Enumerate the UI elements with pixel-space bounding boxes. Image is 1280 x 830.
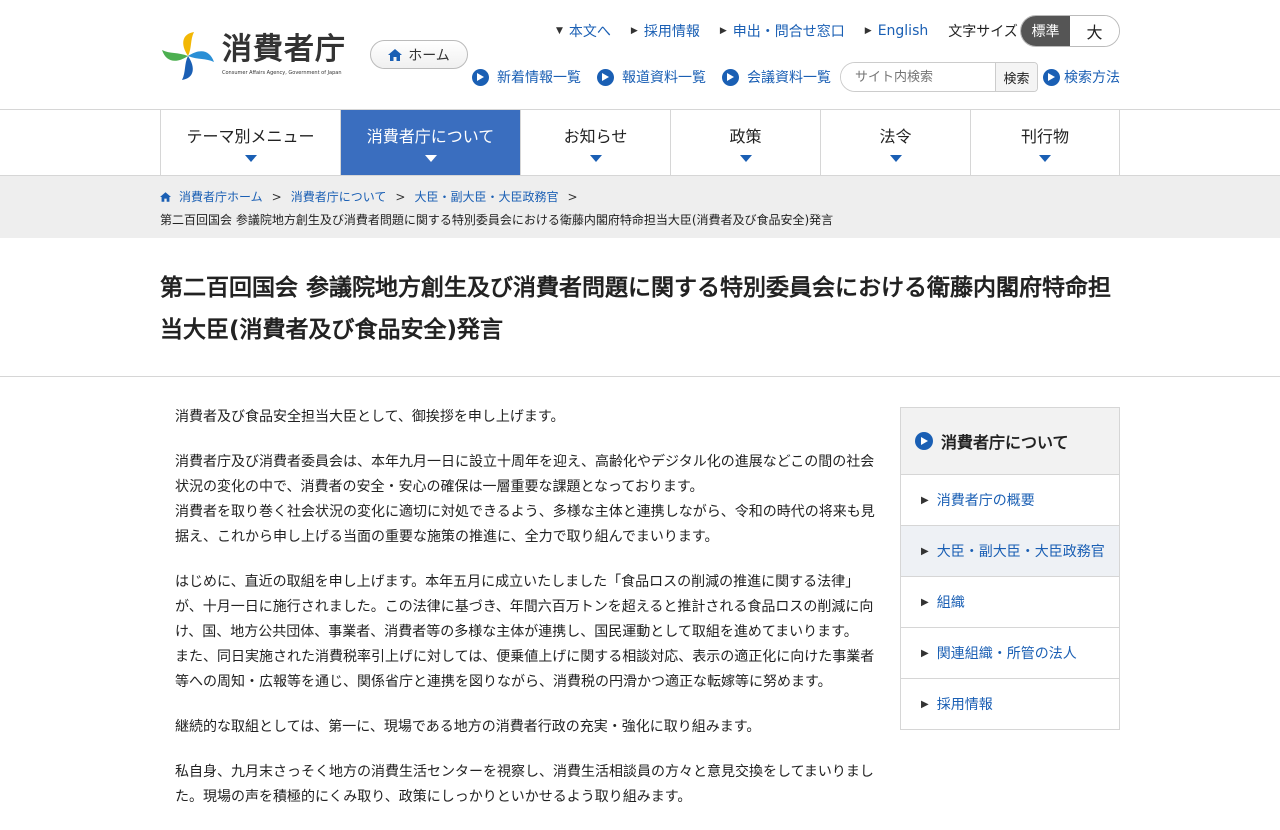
site-search: 検索	[840, 62, 1038, 92]
sidebar-item-recruit[interactable]: ▶ 採用情報	[901, 679, 1119, 729]
nav-publications[interactable]: 刊行物	[971, 110, 1120, 175]
triangle-down-icon	[244, 155, 257, 162]
font-size-label: 文字サイズ	[948, 24, 1018, 40]
page-title: 第二百回国会 参議院地方創生及び消費者問題に関する特別委員会における衛藤内閣府特…	[160, 275, 1112, 343]
news-list-link[interactable]: 新着情報一覧	[472, 67, 581, 87]
recruit-link[interactable]: ▶ 採用情報	[631, 21, 700, 41]
font-size-standard-button[interactable]: 標準	[1021, 16, 1070, 46]
sidebar-heading: 消費者庁について	[901, 408, 1119, 475]
breadcrumb-home-link[interactable]: 消費者庁ホーム	[179, 188, 263, 205]
logo-text: 消費者庁	[222, 32, 346, 67]
home-icon	[388, 48, 403, 61]
triangle-down-icon	[424, 155, 437, 162]
triangle-right-icon: ▶	[921, 698, 929, 710]
sidebar-nav: 消費者庁について ▶ 消費者庁の概要 ▶ 大臣・副大臣・大臣政務官 ▶ 組織 ▶ 関連組…	[900, 407, 1120, 730]
triangle-right-icon: ▶	[864, 26, 872, 36]
site-logo[interactable]: 消費者庁 Consumer Affairs Agency, Government…	[160, 28, 360, 84]
font-size-toggle: 標準 大	[1020, 15, 1120, 47]
skip-to-content-link[interactable]: ▼ 本文へ	[556, 21, 611, 41]
breadcrumb-ministers-link[interactable]: 大臣・副大臣・大臣政務官	[414, 188, 558, 205]
home-icon	[160, 191, 171, 202]
circle-arrow-icon	[722, 68, 739, 86]
triangle-down-icon	[739, 155, 752, 162]
logo-subtitle: Consumer Affairs Agency, Government of J…	[222, 70, 342, 76]
site-header: 消費者庁 Consumer Affairs Agency, Government…	[0, 0, 1280, 110]
triangle-right-icon: ▶	[921, 647, 929, 659]
breadcrumb: 消費者庁ホーム > 消費者庁について > 大臣・副大臣・大臣政務官 > 第二百回…	[0, 176, 1280, 238]
triangle-down-icon	[589, 155, 602, 162]
search-button[interactable]: 検索	[995, 63, 1037, 91]
triangle-down-icon	[889, 155, 902, 162]
nav-notices[interactable]: お知らせ	[521, 110, 671, 175]
logo-pinwheel-icon	[162, 32, 214, 80]
home-button[interactable]: ホーム	[370, 40, 468, 69]
utility-nav: ▼ 本文へ ▶ 採用情報 ▶ 申出・問合せ窓口 ▶ English 文字サイズ	[556, 20, 1028, 42]
press-release-list-link[interactable]: 報道資料一覧	[597, 67, 706, 87]
breadcrumb-about-link[interactable]: 消費者庁について	[291, 188, 387, 205]
meeting-docs-list-link[interactable]: 会議資料一覧	[722, 67, 831, 87]
breadcrumb-separator: >	[567, 189, 578, 204]
triangle-right-icon: ▶	[719, 26, 727, 36]
circle-arrow-icon	[597, 68, 614, 86]
sidebar-item-ministers[interactable]: ▶ 大臣・副大臣・大臣政務官	[901, 526, 1119, 577]
main-content: 消費者及び食品安全担当大臣として、御挨拶を申し上げます。 消費者庁及び消費者委員…	[175, 405, 877, 830]
speech-paragraph: 消費者庁及び消費者委員会は、本年九月一日に設立十周年を迎え、高齢化やデジタル化の…	[175, 454, 875, 545]
nav-theme-menu[interactable]: テーマ別メニュー	[161, 110, 341, 175]
triangle-right-icon: ▶	[921, 596, 929, 608]
speech-paragraph: はじめに、直近の取組を申し上げます。本年五月に成立いたしました「食品ロスの削減の…	[175, 574, 875, 690]
title-area: 第二百回国会 参議院地方創生及び消費者問題に関する特別委員会における衛藤内閣府特…	[0, 239, 1280, 377]
circle-arrow-icon	[1043, 68, 1060, 86]
nav-about-caa[interactable]: 消費者庁について	[341, 110, 521, 175]
quick-nav: 新着情報一覧 報道資料一覧 会議資料一覧	[472, 67, 847, 87]
sidebar-item-overview[interactable]: ▶ 消費者庁の概要	[901, 475, 1119, 526]
home-button-label: ホーム	[408, 47, 450, 64]
english-link[interactable]: ▶ English	[865, 23, 928, 39]
sidebar-item-related-orgs[interactable]: ▶ 関連組織・所管の法人	[901, 628, 1119, 679]
contact-link[interactable]: ▶ 申出・問合せ窓口	[720, 21, 845, 41]
sidebar-item-organization[interactable]: ▶ 組織	[901, 577, 1119, 628]
triangle-down-icon	[1039, 155, 1051, 162]
triangle-right-icon: ▶	[921, 545, 929, 557]
speech-paragraph: 継続的な取組としては、第一に、現場である地方の消費者行政の充実・強化に取り組みま…	[175, 719, 761, 735]
speech-paragraph: 私自身、九月末さっそく地方の消費生活センターを視察し、消費生活相談員の方々と意見…	[175, 764, 874, 805]
breadcrumb-current: 第二百回国会 参議院地方創生及び消費者問題に関する特別委員会における衛藤内閣府特…	[160, 213, 834, 227]
triangle-right-icon: ▶	[921, 494, 929, 506]
triangle-right-icon: ▶	[630, 26, 638, 36]
triangle-down-icon: ▼	[556, 26, 563, 36]
search-input[interactable]	[841, 63, 995, 91]
global-nav: テーマ別メニュー 消費者庁について お知らせ 政策 法令 刊行物	[0, 110, 1280, 176]
speech-paragraph: 消費者及び食品安全担当大臣として、御挨拶を申し上げます。	[175, 409, 565, 425]
breadcrumb-separator: >	[395, 189, 406, 204]
search-help-link[interactable]: 検索方法	[1043, 67, 1120, 87]
circle-arrow-icon	[472, 68, 489, 86]
nav-law[interactable]: 法令	[821, 110, 971, 175]
nav-policy[interactable]: 政策	[671, 110, 821, 175]
breadcrumb-separator: >	[271, 189, 282, 204]
circle-arrow-icon	[915, 432, 933, 450]
font-size-large-button[interactable]: 大	[1070, 16, 1119, 46]
